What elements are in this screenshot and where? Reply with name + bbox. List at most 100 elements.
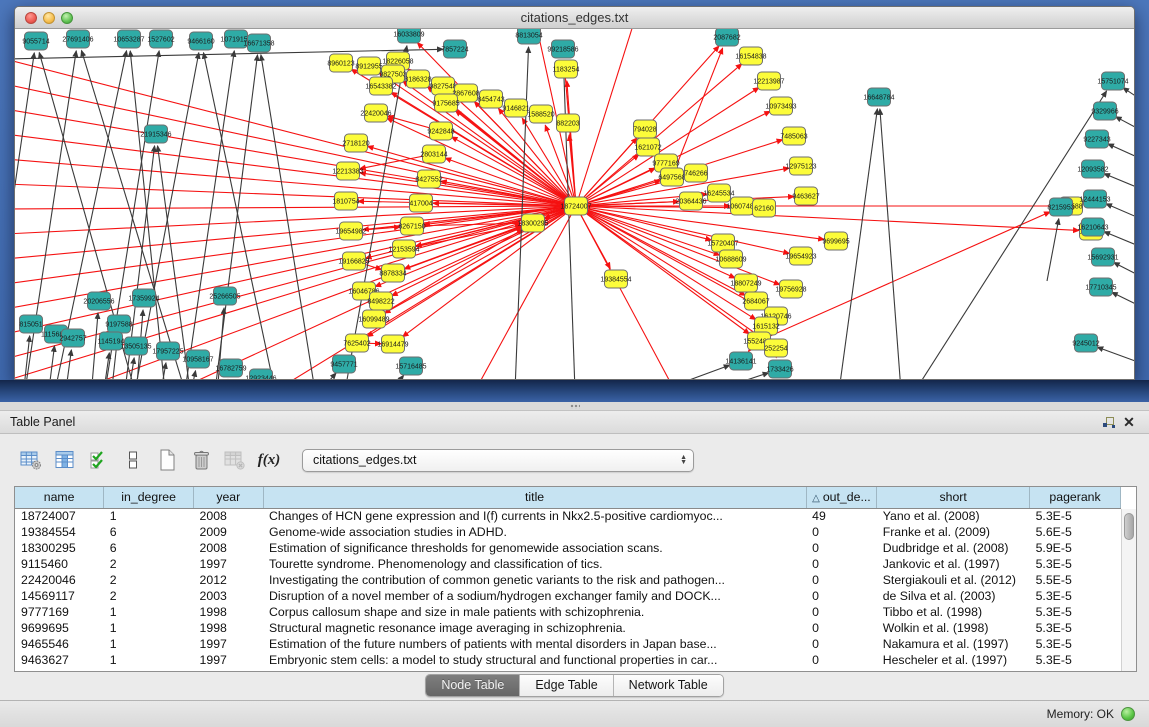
select-columns-button[interactable] [86, 448, 112, 472]
table-row[interactable]: 1456911722003Disruption of a novel membe… [15, 588, 1121, 604]
graph-node[interactable]: 62160 [753, 199, 776, 217]
table-cell[interactable]: 2003 [194, 588, 263, 604]
table-cell[interactable]: 9465546 [15, 636, 104, 652]
graph-node[interactable]: 16245534 [703, 184, 734, 202]
graph-node[interactable]: 6497568 [658, 168, 685, 186]
table-cell[interactable]: Corpus callosum shape and size in male p… [263, 604, 806, 620]
graph-node[interactable]: 8960123 [327, 54, 354, 72]
tab-edge-table[interactable]: Edge Table [520, 675, 613, 696]
row-height-button[interactable] [120, 448, 146, 472]
graph-node[interactable]: 1810754 [332, 192, 359, 210]
table-cell[interactable]: 9777169 [15, 604, 104, 620]
table-row[interactable]: 969969511998Structural magnetic resonanc… [15, 620, 1121, 636]
table-cell[interactable]: 0 [806, 604, 877, 620]
graph-node[interactable]: 9242848 [427, 122, 454, 140]
graph-node[interactable]: 15716485 [395, 357, 426, 375]
graph-node[interactable]: 8454743 [477, 90, 504, 108]
graph-node[interactable]: 746266 [684, 164, 707, 182]
graph-node[interactable]: 9245012 [1072, 334, 1099, 352]
graph-node[interactable]: 8186328 [404, 70, 431, 88]
table-cell[interactable]: 5.3E-5 [1030, 588, 1121, 604]
graph-node[interactable]: 9329966 [1091, 102, 1118, 120]
graph-node[interactable]: 16210643 [1077, 218, 1108, 236]
graph-node[interactable]: 8427552 [415, 170, 442, 188]
column-header-title[interactable]: title [263, 487, 806, 508]
table-cell[interactable]: 2008 [194, 540, 263, 556]
table-cell[interactable]: 0 [806, 556, 877, 572]
graph-node[interactable]: 815051 [19, 315, 42, 333]
table-cell[interactable]: Franke et al. (2009) [877, 524, 1030, 540]
graph-node[interactable]: 9466160 [187, 32, 214, 50]
column-header-year[interactable]: year [194, 487, 263, 508]
table-cell[interactable]: 2 [104, 572, 194, 588]
table-row[interactable]: 946554611997Estimation of the future num… [15, 636, 1121, 652]
column-header-pagerank[interactable]: pagerank [1030, 487, 1121, 508]
table-cell[interactable]: 9115460 [15, 556, 104, 572]
table-cell[interactable]: 5.3E-5 [1030, 508, 1121, 524]
table-cell[interactable]: 1998 [194, 620, 263, 636]
table-cell[interactable]: 5.9E-5 [1030, 540, 1121, 556]
table-cell[interactable]: Disruption of a novel member of a sodium… [263, 588, 806, 604]
table-cell[interactable]: 49 [806, 508, 877, 524]
graph-node[interactable]: 12213383 [332, 162, 363, 180]
graph-node[interactable]: 1183254 [553, 60, 580, 78]
graph-node[interactable]: 21915346 [140, 125, 171, 143]
graph-node[interactable]: 12093582 [1077, 160, 1108, 178]
table-cell[interactable]: Estimation of significance thresholds fo… [263, 540, 806, 556]
table-cell[interactable]: 0 [806, 524, 877, 540]
graph-node[interactable]: 20206556 [83, 292, 114, 310]
graph-node[interactable]: 1733426 [766, 360, 793, 378]
window-titlebar[interactable]: citations_edges.txt [15, 7, 1134, 29]
table-cell[interactable]: 5.3E-5 [1030, 652, 1121, 668]
graph-node[interactable]: 18300295 [517, 214, 548, 232]
table-row[interactable]: 1872400712008Changes of HCN gene express… [15, 508, 1121, 524]
graph-node[interactable]: 1588520 [527, 105, 554, 123]
table-cell[interactable]: 1 [104, 508, 194, 524]
graph-node[interactable]: 12153594 [388, 240, 419, 258]
table-cell[interactable]: 18300295 [15, 540, 104, 556]
table-cell[interactable]: Investigating the contribution of common… [263, 572, 806, 588]
graph-node[interactable]: 17957225 [152, 342, 183, 360]
graph-node[interactable]: 2684067 [742, 292, 769, 310]
graph-node[interactable]: 12213987 [753, 72, 784, 90]
graph-node[interactable]: 16099489 [358, 310, 389, 328]
table-cell[interactable]: 18724007 [15, 508, 104, 524]
table-row[interactable]: 1830029562008Estimation of significance … [15, 540, 1121, 556]
table-cell[interactable]: Stergiakouli et al. (2012) [877, 572, 1030, 588]
import-table-button[interactable] [222, 448, 248, 472]
table-cell[interactable]: 0 [806, 636, 877, 652]
graph-node[interactable]: 7857224 [441, 40, 468, 58]
graph-node[interactable]: 16648784 [863, 88, 894, 106]
graph-node[interactable]: 7485063 [780, 127, 807, 145]
graph-node[interactable]: 16782759 [215, 359, 246, 377]
graph-node[interactable]: 16671358 [243, 34, 274, 52]
show-column-button[interactable] [52, 448, 78, 472]
graph-node[interactable]: 9457771 [330, 355, 357, 373]
graph-node[interactable]: 19166825 [338, 252, 369, 270]
graph-node[interactable]: 12923446 [245, 369, 276, 380]
table-row[interactable]: 2242004622012Investigating the contribut… [15, 572, 1121, 588]
table-settings-button[interactable] [18, 448, 44, 472]
table-row[interactable]: 1938455462009Genome-wide association stu… [15, 524, 1121, 540]
table-cell[interactable]: 19384554 [15, 524, 104, 540]
graph-node[interactable]: 9699695 [822, 232, 849, 250]
table-cell[interactable]: de Silva et al. (2003) [877, 588, 1030, 604]
table-cell[interactable]: Dudbridge et al. (2008) [877, 540, 1030, 556]
graph-node[interactable]: 14136141 [725, 352, 756, 370]
graph-node[interactable]: 19756928 [775, 280, 806, 298]
table-selector-dropdown[interactable]: citations_edges.txt ▲▼ [302, 449, 694, 472]
graph-node[interactable]: 9463627 [792, 187, 819, 205]
graph-node[interactable]: 9227343 [1083, 130, 1110, 148]
graph-node[interactable]: 19654923 [785, 247, 816, 265]
graph-node[interactable]: 794028 [633, 120, 656, 138]
close-panel-button[interactable]: ✕ [1119, 414, 1139, 430]
graph-node[interactable]: 1527602 [147, 30, 174, 48]
graph-node[interactable]: 417004 [409, 194, 432, 212]
table-cell[interactable]: 2 [104, 588, 194, 604]
graph-node[interactable]: 2942757 [59, 329, 86, 347]
table-cell[interactable]: Hescheler et al. (1997) [877, 652, 1030, 668]
delete-table-button[interactable] [188, 448, 214, 472]
table-cell[interactable]: 1997 [194, 636, 263, 652]
graph-node[interactable]: 8267150 [398, 217, 425, 235]
scrollbar-thumb[interactable] [1124, 513, 1134, 540]
